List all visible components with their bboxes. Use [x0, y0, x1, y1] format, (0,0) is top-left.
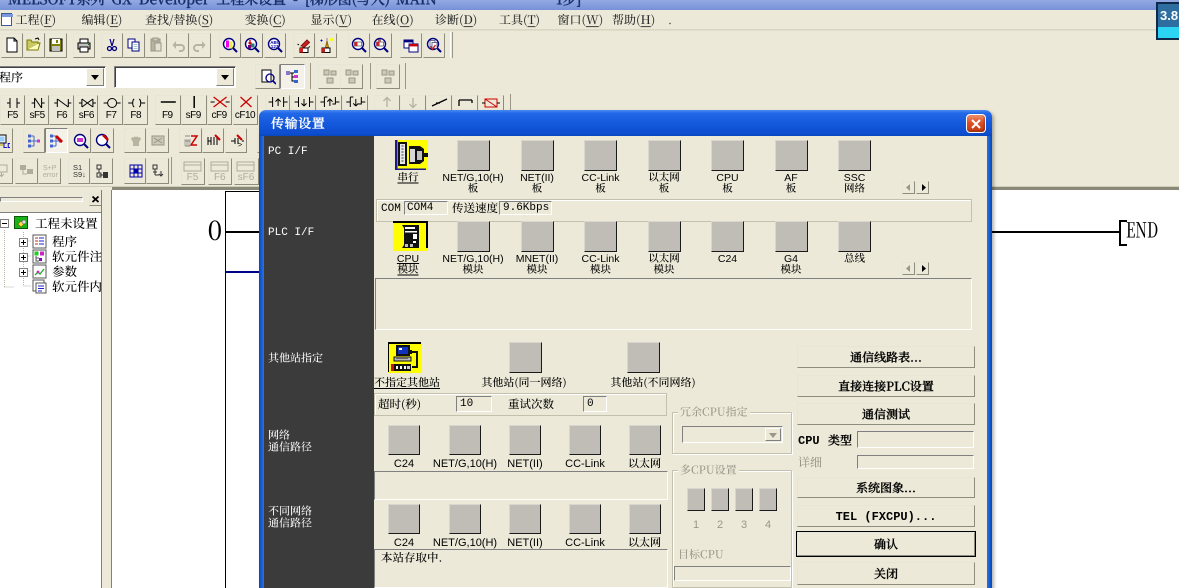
svg-text:LD: LD	[3, 143, 10, 149]
svg-text:S+P: S+P	[43, 165, 57, 172]
svg-text:error: error	[43, 172, 58, 179]
svg-text:S9↓: S9↓	[73, 170, 86, 179]
svg-text:123: 123	[271, 44, 279, 49]
svg-text:>: >	[238, 142, 242, 149]
